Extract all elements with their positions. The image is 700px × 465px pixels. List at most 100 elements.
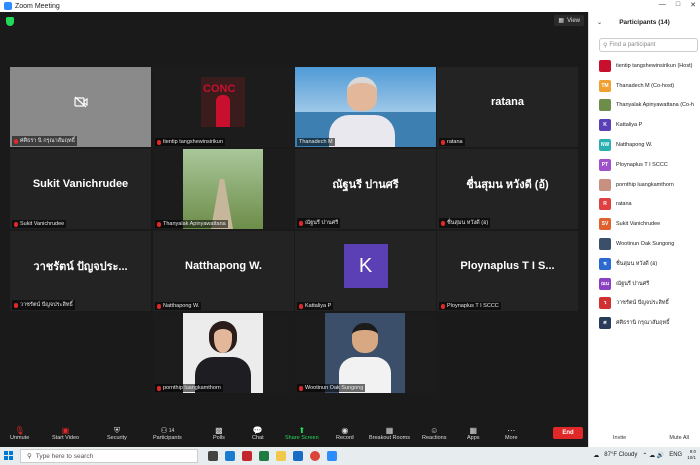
participant-name: Sukit Vanichrudee (20, 221, 65, 227)
minimize-icon[interactable]: — (659, 1, 666, 9)
invite-button[interactable]: Invite (613, 435, 626, 441)
participant-tile[interactable]: วาชรัตน์ ปัญจประ... วาชรัตน์ ปัญจประสิทธ… (10, 231, 151, 311)
reactions-button[interactable]: ☺ Reactions (422, 426, 446, 441)
muted-mic-icon (157, 139, 161, 145)
participant-row[interactable]: SV Sukit Vanichrudee (589, 214, 700, 234)
participant-row[interactable]: Thanyalak Apinyawattana (Co-h (589, 96, 700, 116)
apps-button[interactable]: ▦ Apps (467, 426, 480, 441)
participant-search-input[interactable]: ⚲ Find a participant (599, 38, 698, 52)
participant-row[interactable]: TM Thanadech M (Co-host) (589, 76, 700, 96)
chat-button[interactable]: 💬 Chat (252, 426, 264, 441)
excel-icon[interactable] (259, 451, 269, 461)
muted-microphone-icon: 🎙 (14, 426, 25, 435)
end-meeting-button[interactable]: End (553, 427, 583, 439)
person-shirt (329, 115, 395, 147)
participant-tile[interactable]: ศศิธรา นิ กรุณาสัมฤทธิ์ (10, 67, 151, 147)
participant-row-name: Thanadech M (Co-host) (616, 82, 675, 89)
participant-row[interactable]: ว วาชรัตน์ ปัญจประสิทธิ์ (589, 294, 700, 314)
clock[interactable]: 9:0 10/1 (687, 449, 696, 461)
reactions-icon: ☺ (430, 426, 439, 435)
mute-all-button[interactable]: Mute All (669, 435, 689, 441)
participants-label: Participants (153, 435, 182, 441)
taskbar-search-input[interactable]: ⚲ Type here to search (20, 449, 198, 463)
participant-video-tile[interactable]: Thanyalak Apinyawattana (153, 149, 294, 229)
participant-video-tile[interactable]: Wootinun Oak Sungong (295, 313, 436, 393)
chrome-icon[interactable] (310, 451, 320, 461)
participant-row[interactable]: Wootinun Oak Sungong (589, 234, 700, 254)
start-video-label: Start Video (52, 435, 80, 441)
participant-row[interactable]: ณน ณัฐนรี ปานศรี (589, 274, 700, 294)
share-screen-button[interactable]: ⬆ Share Screen (285, 426, 319, 441)
security-button[interactable]: ⛨ Security (107, 425, 127, 442)
participant-row[interactable]: K Kattaliya P (589, 115, 700, 135)
file-explorer-icon[interactable] (276, 451, 286, 461)
participant-row[interactable]: pornthip luangkamthorn (589, 175, 700, 195)
participants-count: 14 (168, 427, 175, 434)
participant-row[interactable]: PT Ploynaplus T I SCCC (589, 155, 700, 175)
person-head (209, 321, 237, 353)
active-speaker-tile[interactable]: Thanadech M (295, 67, 436, 147)
maximize-icon[interactable]: □ (676, 1, 680, 9)
record-label: Record (336, 435, 354, 441)
participant-tile[interactable]: Sukit Vanichrudee Sukit Vanichrudee (10, 149, 151, 229)
participant-video-tile[interactable]: CONC tientip tangshewinsirikun (153, 67, 294, 147)
participant-row[interactable]: ช ชื่นสุมน หวังดี (อ) (589, 254, 700, 274)
shield-icon: ⛨ (113, 425, 120, 435)
breakout-rooms-button[interactable]: ▦ Breakout Rooms (369, 426, 410, 441)
participant-row[interactable]: Rratana (589, 195, 700, 215)
window-titlebar: Zoom Meeting — □ ✕ (0, 0, 700, 12)
muted-mic-icon (14, 302, 18, 308)
muted-mic-icon (14, 221, 18, 227)
participant-name: ศศิธรา นิ กรุณาสัมฤทธิ์ (20, 138, 75, 144)
windows-start-icon[interactable] (4, 451, 13, 460)
video-grid: ศศิธรา นิ กรุณาสัมฤทธิ์ CONC tientip tan… (10, 67, 578, 406)
app-icon[interactable] (242, 451, 252, 461)
participants-button[interactable]: ⚇ 14 Participants (153, 426, 182, 441)
participant-row[interactable]: ศ ศศิธรานิ กรุณาสัมฤทธิ์ (589, 313, 700, 333)
mail-icon[interactable] (293, 451, 303, 461)
participant-row-name: ศศิธรานิ กรุณาสัมฤทธิ์ (616, 320, 670, 327)
participant-tile[interactable]: Ploynaplus T I S... Ploynaplus T I SCCC (437, 231, 578, 311)
participant-tile[interactable]: ชื่นสุมน หวังดี (อ้) ชื่นสุมน หวังดี (อ) (437, 149, 578, 229)
security-shield-icon[interactable] (6, 17, 14, 26)
participant-tile[interactable]: ณัฐนรี ปานศรี ณัฐนรี ปานศรี (295, 149, 436, 229)
tray-icons[interactable]: ⌃ ☁ 🔊 (642, 452, 664, 459)
zoom-taskbar-icon[interactable] (327, 451, 337, 461)
participant-row[interactable]: tientip tangshewinsirikun (Host) (589, 56, 700, 76)
video-off-icon: ▣ (61, 426, 70, 435)
more-button[interactable]: ⋯ More (505, 426, 518, 441)
share-screen-icon: ⬆ (298, 426, 306, 435)
video-frame (325, 313, 405, 393)
participant-video-tile[interactable]: pornthip luangkamthorn (153, 313, 294, 393)
record-button[interactable]: ◉ Record (336, 426, 354, 441)
polls-button[interactable]: ▩ Polls (213, 426, 225, 441)
participant-row-name: ชื่นสุมน หวังดี (อ) (616, 260, 658, 267)
participant-name: Natthapong W. (163, 303, 200, 309)
breakout-rooms-label: Breakout Rooms (369, 435, 410, 441)
backdrop-logo: CONC (203, 83, 236, 95)
muted-mic-icon (441, 139, 445, 145)
muted-mic-icon (157, 303, 161, 309)
video-frame: CONC (201, 77, 245, 127)
search-icon: ⚲ (603, 42, 608, 49)
participant-name: Thanyalak Apinyawattana (163, 221, 226, 227)
participant-avatar: K (599, 119, 611, 132)
participant-tile[interactable]: K Kattaliya P (295, 231, 436, 311)
edge-icon[interactable] (225, 451, 235, 461)
participant-tile[interactable]: Natthapong W. Natthapong W. (153, 231, 294, 311)
chevron-down-icon[interactable]: ⌄ (597, 19, 602, 26)
participant-row[interactable]: NW Natthapong W. (589, 135, 700, 155)
muted-mic-icon (299, 385, 303, 391)
participant-row-name: Thanyalak Apinyawattana (Co-h (616, 102, 694, 109)
participant-row-name: วาชรัตน์ ปัญจประสิทธิ์ (616, 300, 669, 307)
task-view-icon[interactable] (208, 451, 218, 461)
participant-row-name: Kattaliya P (616, 122, 643, 129)
participant-avatar: ณน (599, 277, 611, 290)
close-icon[interactable]: ✕ (690, 1, 696, 9)
participant-avatar: SV (599, 218, 611, 231)
view-button[interactable]: ▦ View (554, 15, 584, 26)
unmute-button[interactable]: 🎙 Unmute (10, 426, 29, 441)
language-indicator[interactable]: ENG (669, 452, 682, 458)
participant-tile[interactable]: ratana ratana (437, 67, 578, 147)
start-video-button[interactable]: ▣ Start Video (52, 426, 79, 441)
